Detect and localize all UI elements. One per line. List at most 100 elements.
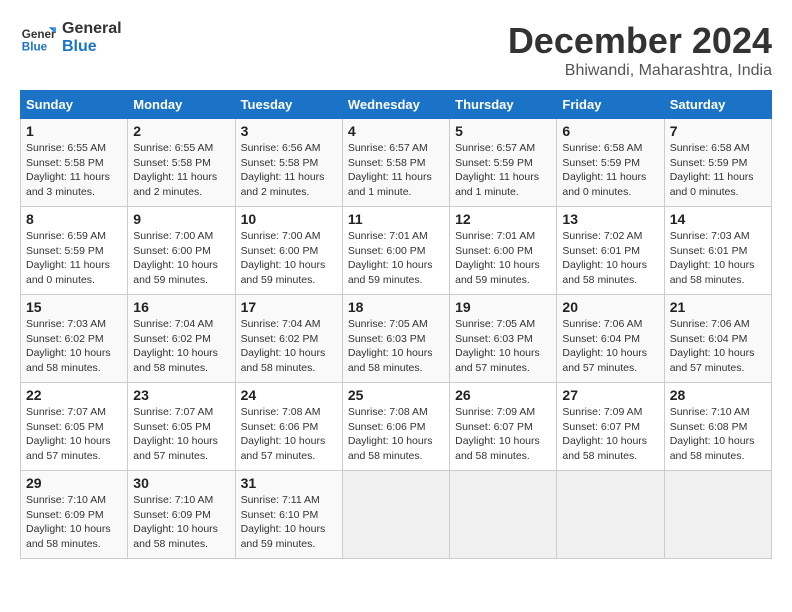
calendar-cell: 29Sunrise: 7:10 AMSunset: 6:09 PMDayligh… [21,471,128,559]
calendar-cell: 27 Sunrise: 7:09 AMSunset: 6:07 PMDayligh… [557,383,664,471]
day-number: 21 [670,299,766,315]
calendar-cell: 18 Sunrise: 7:05 AMSunset: 6:03 PMDayligh… [342,295,449,383]
day-info: Sunrise: 7:01 AMSunset: 6:00 PMDaylight:… [348,229,444,288]
page-header: General Blue General Blue December 2024 … [20,20,772,80]
logo-icon: General Blue [20,20,56,56]
logo-text-general: General [62,20,122,38]
calendar-cell: 10 Sunrise: 7:00 AMSunset: 6:00 PMDayligh… [235,207,342,295]
calendar-cell: 9Sunrise: 7:00 AMSunset: 6:00 PMDaylight… [128,207,235,295]
day-number: 30 [133,475,229,491]
day-number: 25 [348,387,444,403]
calendar-cell: 6Sunrise: 6:58 AMSunset: 5:59 PMDaylight… [557,119,664,207]
weekday-header-saturday: Saturday [664,91,771,119]
calendar-cell: 16 Sunrise: 7:04 AMSunset: 6:02 PMDayligh… [128,295,235,383]
calendar-cell: 2 Sunrise: 6:55 AMSunset: 5:58 PMDaylight… [128,119,235,207]
calendar-cell: 1Sunrise: 6:55 AMSunset: 5:58 PMDaylight… [21,119,128,207]
weekday-header-thursday: Thursday [450,91,557,119]
day-info: Sunrise: 6:58 AMSunset: 5:59 PMDaylight:… [670,141,766,200]
day-number: 29 [26,475,122,491]
calendar-cell [664,471,771,559]
day-info: Sunrise: 6:57 AMSunset: 5:58 PMDaylight:… [348,141,444,200]
day-info: Sunrise: 7:08 AMSunset: 6:06 PMDaylight:… [348,405,444,464]
calendar-cell: 14 Sunrise: 7:03 AMSunset: 6:01 PMDayligh… [664,207,771,295]
calendar-cell [450,471,557,559]
calendar-cell: 31 Sunrise: 7:11 AMSunset: 6:10 PMDayligh… [235,471,342,559]
calendar-cell: 3Sunrise: 6:56 AMSunset: 5:58 PMDaylight… [235,119,342,207]
day-number: 4 [348,123,444,139]
calendar-cell: 23 Sunrise: 7:07 AMSunset: 6:05 PMDayligh… [128,383,235,471]
day-info: Sunrise: 6:59 AMSunset: 5:59 PMDaylight:… [26,229,122,288]
svg-text:General: General [22,28,56,41]
day-number: 27 [562,387,658,403]
day-number: 16 [133,299,229,315]
day-number: 11 [348,211,444,227]
day-info: Sunrise: 6:57 AMSunset: 5:59 PMDaylight:… [455,141,551,200]
day-info: Sunrise: 7:01 AMSunset: 6:00 PMDaylight:… [455,229,551,288]
day-info: Sunrise: 7:10 AMSunset: 6:09 PMDaylight:… [133,493,229,552]
calendar-cell: 15Sunrise: 7:03 AMSunset: 6:02 PMDayligh… [21,295,128,383]
day-number: 20 [562,299,658,315]
day-info: Sunrise: 7:07 AMSunset: 6:05 PMDaylight:… [26,405,122,464]
title-section: December 2024 Bhiwandi, Maharashtra, Ind… [508,20,772,80]
day-info: Sunrise: 7:00 AMSunset: 6:00 PMDaylight:… [133,229,229,288]
day-number: 12 [455,211,551,227]
day-info: Sunrise: 7:05 AMSunset: 6:03 PMDaylight:… [348,317,444,376]
day-info: Sunrise: 7:04 AMSunset: 6:02 PMDaylight:… [241,317,337,376]
day-info: Sunrise: 7:09 AMSunset: 6:07 PMDaylight:… [455,405,551,464]
calendar-week-1: 1Sunrise: 6:55 AMSunset: 5:58 PMDaylight… [21,119,772,207]
calendar-cell: 28Sunrise: 7:10 AMSunset: 6:08 PMDayligh… [664,383,771,471]
calendar-cell [557,471,664,559]
day-number: 7 [670,123,766,139]
weekday-header-monday: Monday [128,91,235,119]
calendar-cell: 21 Sunrise: 7:06 AMSunset: 6:04 PMDayligh… [664,295,771,383]
calendar-cell: 22Sunrise: 7:07 AMSunset: 6:05 PMDayligh… [21,383,128,471]
calendar-week-3: 15Sunrise: 7:03 AMSunset: 6:02 PMDayligh… [21,295,772,383]
day-info: Sunrise: 7:02 AMSunset: 6:01 PMDaylight:… [562,229,658,288]
month-title: December 2024 [508,20,772,62]
day-info: Sunrise: 7:11 AMSunset: 6:10 PMDaylight:… [241,493,337,552]
day-info: Sunrise: 7:03 AMSunset: 6:02 PMDaylight:… [26,317,122,376]
day-info: Sunrise: 7:09 AMSunset: 6:07 PMDaylight:… [562,405,658,464]
calendar-cell: 26 Sunrise: 7:09 AMSunset: 6:07 PMDayligh… [450,383,557,471]
day-number: 26 [455,387,551,403]
day-number: 8 [26,211,122,227]
location: Bhiwandi, Maharashtra, India [508,62,772,80]
day-info: Sunrise: 7:08 AMSunset: 6:06 PMDaylight:… [241,405,337,464]
weekday-header-tuesday: Tuesday [235,91,342,119]
day-info: Sunrise: 6:55 AMSunset: 5:58 PMDaylight:… [133,141,229,200]
calendar-week-5: 29 Sunrise: 7:10 AMSunset: 6:09 PMDayligh… [21,471,772,559]
day-info: Sunrise: 7:03 AMSunset: 6:01 PMDaylight:… [670,229,766,288]
day-number: 31 [241,475,337,491]
day-number: 5 [455,123,551,139]
day-info: Sunrise: 7:06 AMSunset: 6:04 PMDaylight:… [670,317,766,376]
calendar-cell: 13Sunrise: 7:02 AMSunset: 6:01 PMDayligh… [557,207,664,295]
day-number: 18 [348,299,444,315]
calendar-cell: 5 Sunrise: 6:57 AMSunset: 5:59 PMDaylight… [450,119,557,207]
svg-text:Blue: Blue [22,41,48,54]
calendar-table: SundayMondayTuesdayWednesdayThursdayFrid… [20,90,772,559]
day-info: Sunrise: 6:55 AMSunset: 5:58 PMDaylight:… [26,141,122,200]
logo-text-blue: Blue [62,38,122,56]
logo: General Blue General Blue [20,20,122,57]
day-number: 17 [241,299,337,315]
day-info: Sunrise: 7:04 AMSunset: 6:02 PMDaylight:… [133,317,229,376]
weekday-header-wednesday: Wednesday [342,91,449,119]
day-number: 14 [670,211,766,227]
calendar-cell [342,471,449,559]
day-number: 2 [133,123,229,139]
weekday-header-row: SundayMondayTuesdayWednesdayThursdayFrid… [21,91,772,119]
day-info: Sunrise: 7:00 AMSunset: 6:00 PMDaylight:… [241,229,337,288]
calendar-cell: 8 Sunrise: 6:59 AMSunset: 5:59 PMDaylight… [21,207,128,295]
calendar-cell: 25 Sunrise: 7:08 AMSunset: 6:06 PMDayligh… [342,383,449,471]
calendar-cell: 24 Sunrise: 7:08 AMSunset: 6:06 PMDayligh… [235,383,342,471]
weekday-header-sunday: Sunday [21,91,128,119]
calendar-cell: 17 Sunrise: 7:04 AMSunset: 6:02 PMDayligh… [235,295,342,383]
day-number: 23 [133,387,229,403]
calendar-cell: 11 Sunrise: 7:01 AMSunset: 6:00 PMDayligh… [342,207,449,295]
day-number: 10 [241,211,337,227]
day-number: 24 [241,387,337,403]
calendar-cell: 7 Sunrise: 6:58 AMSunset: 5:59 PMDaylight… [664,119,771,207]
day-info: Sunrise: 7:06 AMSunset: 6:04 PMDaylight:… [562,317,658,376]
day-number: 28 [670,387,766,403]
day-info: Sunrise: 7:07 AMSunset: 6:05 PMDaylight:… [133,405,229,464]
